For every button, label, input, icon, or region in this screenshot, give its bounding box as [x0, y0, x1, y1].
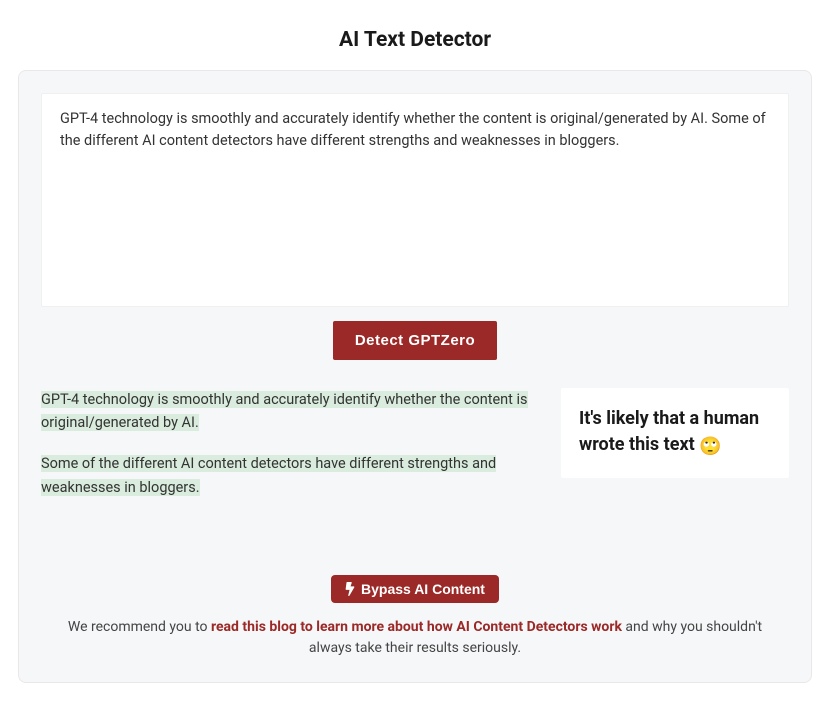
- bypass-button[interactable]: Bypass AI Content: [331, 575, 499, 603]
- page-title: AI Text Detector: [0, 0, 830, 70]
- detect-row: Detect GPTZero: [41, 321, 789, 360]
- text-input[interactable]: [60, 108, 770, 292]
- recommend-text: We recommend you to read this blog to le…: [65, 617, 765, 660]
- highlighted-sentence: GPT-4 technology is smoothly and accurat…: [41, 391, 528, 431]
- highlighted-output: GPT-4 technology is smoothly and accurat…: [41, 388, 539, 517]
- results-row: GPT-4 technology is smoothly and accurat…: [41, 388, 789, 517]
- highlighted-sentence: Some of the different AI content detecto…: [41, 455, 496, 495]
- eye-roll-emoji-icon: 🙄: [699, 434, 721, 460]
- detect-button[interactable]: Detect GPTZero: [333, 321, 497, 360]
- verdict-text: It's likely that a human wrote this text…: [579, 406, 771, 460]
- bypass-label: Bypass AI Content: [361, 581, 485, 597]
- input-panel: [41, 93, 789, 307]
- recommend-prefix: We recommend you to: [68, 619, 211, 635]
- recommend-link[interactable]: read this blog to learn more about how A…: [211, 619, 622, 635]
- bypass-row: Bypass AI Content: [41, 575, 789, 603]
- bolt-icon: [345, 582, 355, 596]
- main-card: Detect GPTZero GPT-4 technology is smoot…: [18, 70, 812, 683]
- verdict-label: It's likely that a human wrote this text: [579, 408, 759, 455]
- verdict-panel: It's likely that a human wrote this text…: [561, 388, 789, 478]
